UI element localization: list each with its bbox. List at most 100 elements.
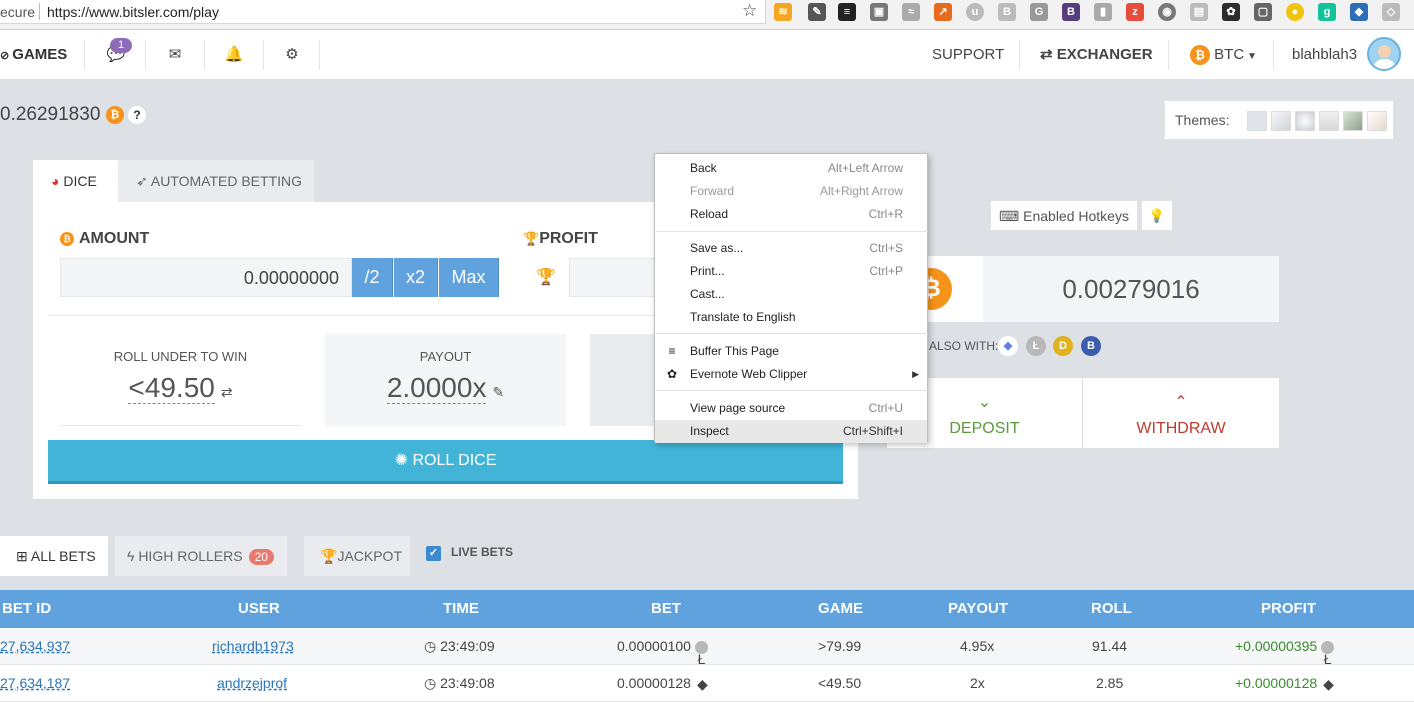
- dogecoin-icon[interactable]: D: [1053, 336, 1073, 356]
- evernote-icon: ✿: [666, 367, 678, 381]
- tab-jackpot[interactable]: 🏆JACKPOT: [304, 536, 410, 576]
- payout-box[interactable]: PAYOUT 2.0000x ✎: [325, 334, 566, 426]
- menu-item-inspect[interactable]: Inspect Ctrl+Shift+I: [655, 420, 927, 443]
- pencil-icon[interactable]: ✎: [492, 384, 504, 400]
- mail-icon[interactable]: ✉: [163, 44, 187, 66]
- litecoin-icon[interactable]: Ł: [1026, 336, 1046, 356]
- menu-item-reload[interactable]: Reload Ctrl+R: [655, 203, 927, 226]
- user-link[interactable]: richardb1973: [212, 628, 294, 665]
- chart-extension-icon[interactable]: ↗: [934, 3, 952, 21]
- theme-swatch[interactable]: [1295, 111, 1315, 131]
- also-with-label: ALSO WITH:: [929, 339, 999, 353]
- grammarly-extension-icon[interactable]: g: [1318, 3, 1336, 21]
- currency-selector[interactable]: ₿ BTC ▼: [1190, 30, 1257, 82]
- menu-item-view-source[interactable]: View page source Ctrl+U: [655, 397, 927, 420]
- theme-swatch[interactable]: [1367, 111, 1387, 131]
- buffer-icon: ≡: [668, 344, 676, 358]
- roll-under-box[interactable]: ROLL UNDER TO WIN <49.50 ⇄: [60, 334, 301, 426]
- panel-divider: [48, 315, 658, 316]
- menu-item-buffer[interactable]: ≡ Buffer This Page: [655, 340, 927, 363]
- balance-help-button[interactable]: ?: [128, 106, 146, 124]
- dice-icon: ◕: [51, 173, 64, 189]
- circle-extension-icon[interactable]: ●: [1286, 3, 1304, 21]
- gear-icon[interactable]: ⚙: [280, 44, 304, 66]
- feed-extension-icon[interactable]: ≈: [902, 3, 920, 21]
- menu-item-back[interactable]: Back Alt+Left Arrow: [655, 157, 927, 180]
- live-bets-toggle[interactable]: ✓ LIVE BETS: [426, 545, 513, 561]
- username[interactable]: blahblah3: [1292, 30, 1357, 80]
- enabled-hotkeys-button[interactable]: ⌨ Enabled Hotkeys: [990, 200, 1138, 231]
- game-cell: >79.99: [818, 638, 862, 654]
- bookmark-star-icon[interactable]: ☆: [742, 1, 757, 21]
- nav-divider: [145, 40, 146, 70]
- b-extension-icon[interactable]: B: [998, 3, 1016, 21]
- amount-input[interactable]: 0.00000000: [60, 258, 352, 297]
- menu-item-evernote[interactable]: ✿ Evernote Web Clipper ▶: [655, 363, 927, 386]
- binoculars-icon: ⊞: [16, 548, 31, 564]
- avatar-body: [1372, 59, 1397, 69]
- screen-extension-icon[interactable]: ▢: [1254, 3, 1272, 21]
- bet-id-link[interactable]: 27,634,937: [0, 628, 70, 665]
- address-separator: [39, 3, 40, 20]
- user-link[interactable]: andrzejprof: [217, 665, 287, 702]
- bars-extension-icon[interactable]: ▮: [1094, 3, 1112, 21]
- games-menu[interactable]: ⊘ GAMES: [0, 30, 67, 80]
- buffer-extension-icon[interactable]: ≡: [838, 3, 856, 21]
- checkbox-checked-icon[interactable]: ✓: [426, 546, 441, 561]
- tools-extension-icon[interactable]: ✎: [808, 3, 826, 21]
- z-extension-icon[interactable]: z: [1126, 3, 1144, 21]
- bytecoin-icon[interactable]: B: [1081, 336, 1101, 356]
- address-bar[interactable]: ecure https://www.bitsler.com/play ☆: [0, 0, 766, 24]
- map-extension-icon[interactable]: ◆: [1350, 3, 1368, 21]
- menu-item-shortcut: Ctrl+U: [868, 401, 903, 415]
- rss-extension-icon[interactable]: ≋: [774, 3, 792, 21]
- menu-item-label: Buffer This Page: [690, 344, 779, 358]
- pdf-extension-icon[interactable]: ▤: [1190, 3, 1208, 21]
- column-header: PAYOUT: [948, 600, 1009, 617]
- tab-high-rollers[interactable]: ϟ HIGH ROLLERS 20: [115, 536, 287, 576]
- payout-value[interactable]: 2.0000x: [386, 372, 487, 404]
- bet-id-link[interactable]: 27,634,187: [0, 665, 70, 702]
- url-text[interactable]: https://www.bitsler.com/play: [47, 4, 219, 20]
- roll-under-value-wrap: <49.50 ⇄: [60, 372, 301, 404]
- wallet-btc-amount: 0.00279016: [983, 256, 1279, 322]
- menu-item-cast[interactable]: Cast...: [655, 283, 927, 306]
- evernote-extension-icon[interactable]: ✿: [1222, 3, 1240, 21]
- roll-under-value[interactable]: <49.50: [128, 372, 215, 404]
- menu-item-translate[interactable]: Translate to English: [655, 306, 927, 329]
- pocket-extension-icon[interactable]: ▣: [870, 3, 888, 21]
- u-extension-icon[interactable]: u: [966, 3, 984, 21]
- bell-icon[interactable]: 🔔: [222, 44, 246, 66]
- support-link[interactable]: SUPPORT: [932, 30, 1004, 80]
- nav-divider: [204, 40, 205, 70]
- tab-all-bets[interactable]: ⊞ ALL BETS: [0, 536, 108, 576]
- roll-dice-button[interactable]: ✺ ROLL DICE: [48, 440, 843, 484]
- eye-extension-icon[interactable]: ◉: [1158, 3, 1176, 21]
- lightbulb-icon[interactable]: 💡: [1141, 200, 1173, 231]
- ethereum-icon[interactable]: ◆: [998, 336, 1018, 356]
- theme-swatch[interactable]: [1247, 111, 1267, 131]
- menu-item-print[interactable]: Print... Ctrl+P: [655, 260, 927, 283]
- half-amount-button[interactable]: /2: [352, 258, 393, 297]
- max-amount-button[interactable]: Max: [439, 258, 499, 297]
- payout-cell: 2x: [970, 675, 985, 691]
- theme-swatch[interactable]: [1271, 111, 1291, 131]
- theme-swatch[interactable]: [1319, 111, 1339, 131]
- swap-icon[interactable]: ⇄: [221, 384, 233, 400]
- column-header: ROLL: [1091, 600, 1132, 617]
- exchanger-link[interactable]: ⇄ EXCHANGER: [1040, 30, 1153, 80]
- tab-dice[interactable]: ◕ DICE: [33, 160, 118, 202]
- win-chance-box[interactable]: [590, 334, 658, 426]
- tab-automated-betting[interactable]: ➶ AUTOMATED BETTING: [118, 160, 314, 202]
- avatar[interactable]: [1367, 37, 1401, 71]
- g-extension-icon[interactable]: G: [1030, 3, 1048, 21]
- bootstrap-extension-icon[interactable]: B: [1062, 3, 1080, 21]
- double-amount-button[interactable]: x2: [394, 258, 438, 297]
- bets-table-header: BET ID USER TIME BET GAME PAYOUT ROLL PR…: [0, 590, 1414, 628]
- profit-input[interactable]: [569, 258, 659, 297]
- theme-swatch[interactable]: [1343, 111, 1363, 131]
- table-row: 27,634,937 richardb1973 ◷ 23:49:09 0.000…: [0, 628, 1414, 667]
- menu-item-save-as[interactable]: Save as... Ctrl+S: [655, 237, 927, 260]
- tag-extension-icon[interactable]: ◇: [1382, 3, 1400, 21]
- withdraw-button[interactable]: ⌃ WITHDRAW: [1083, 378, 1279, 448]
